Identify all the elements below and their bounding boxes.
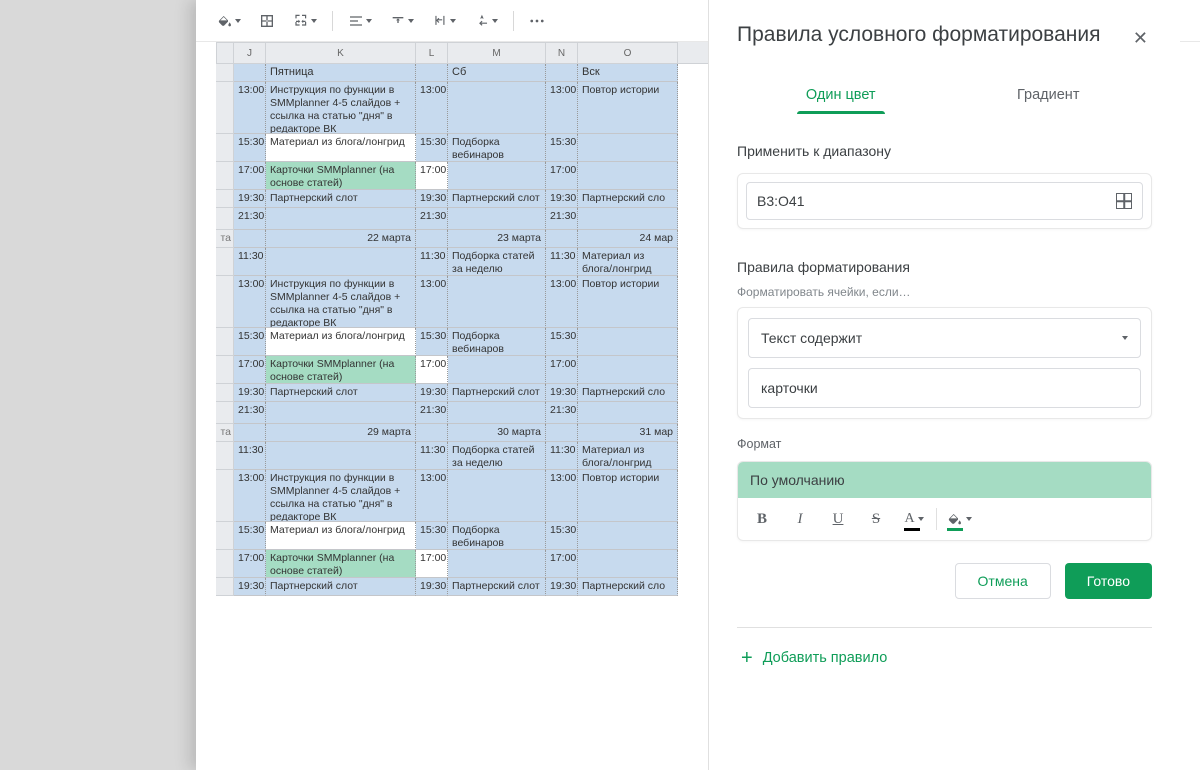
more-button[interactable]: [520, 6, 554, 36]
chevron-down-icon: [1122, 336, 1128, 340]
app-window: J K L M N O ПятницаСбВск13:00Инструкция …: [196, 0, 1200, 770]
cells-area[interactable]: ПятницаСбВск13:00Инструкция по функции в…: [216, 64, 708, 770]
rule-card: Текст содержит карточки: [737, 307, 1152, 419]
tabs: Один цвет Градиент: [737, 79, 1152, 113]
range-value: B3:O41: [757, 193, 804, 209]
fill-color-button[interactable]: [208, 6, 250, 36]
bold-button[interactable]: B: [746, 504, 778, 534]
align-horizontal-button[interactable]: [339, 6, 381, 36]
condition-select[interactable]: Текст содержит: [748, 318, 1141, 358]
range-field-card: B3:O41: [737, 173, 1152, 229]
format-toolbar: B I U S A: [738, 498, 1151, 540]
text-color-button[interactable]: A: [898, 504, 930, 534]
column-headers[interactable]: J K L M N O: [216, 42, 708, 64]
condition-value-input[interactable]: карточки: [748, 368, 1141, 408]
merge-cells-button[interactable]: [284, 6, 326, 36]
plus-icon: +: [741, 648, 753, 668]
text-wrap-button[interactable]: [423, 6, 465, 36]
format-if-label: Форматировать ячейки, если…: [737, 285, 1152, 299]
text-rotation-button[interactable]: [465, 6, 507, 36]
apply-range-label: Применить к диапазону: [737, 143, 1152, 159]
tab-gradient[interactable]: Градиент: [945, 79, 1153, 113]
fill-color-format-button[interactable]: [943, 504, 975, 534]
spreadsheet[interactable]: J K L M N O ПятницаСбВск13:00Инструкция …: [196, 42, 708, 770]
sidebar-title: Правила условного форматирования: [737, 22, 1100, 48]
done-button[interactable]: Готово: [1065, 563, 1152, 599]
conditional-format-sidebar: Правила условного форматирования ✕ Один …: [708, 0, 1180, 770]
close-icon[interactable]: ✕: [1129, 24, 1152, 53]
strikethrough-button[interactable]: S: [860, 504, 892, 534]
italic-button[interactable]: I: [784, 504, 816, 534]
format-label: Формат: [737, 437, 1152, 451]
format-preview: По умолчанию: [738, 462, 1151, 498]
tab-single-color[interactable]: Один цвет: [737, 79, 945, 113]
format-rules-label: Правила форматирования: [737, 259, 1152, 275]
cancel-button[interactable]: Отмена: [955, 563, 1051, 599]
borders-button[interactable]: [250, 6, 284, 36]
underline-button[interactable]: U: [822, 504, 854, 534]
add-rule-button[interactable]: + Добавить правило: [737, 628, 1152, 688]
align-vertical-button[interactable]: [381, 6, 423, 36]
select-range-icon[interactable]: [1116, 193, 1132, 209]
format-card: По умолчанию B I U S A: [737, 461, 1152, 541]
range-input[interactable]: B3:O41: [746, 182, 1143, 220]
